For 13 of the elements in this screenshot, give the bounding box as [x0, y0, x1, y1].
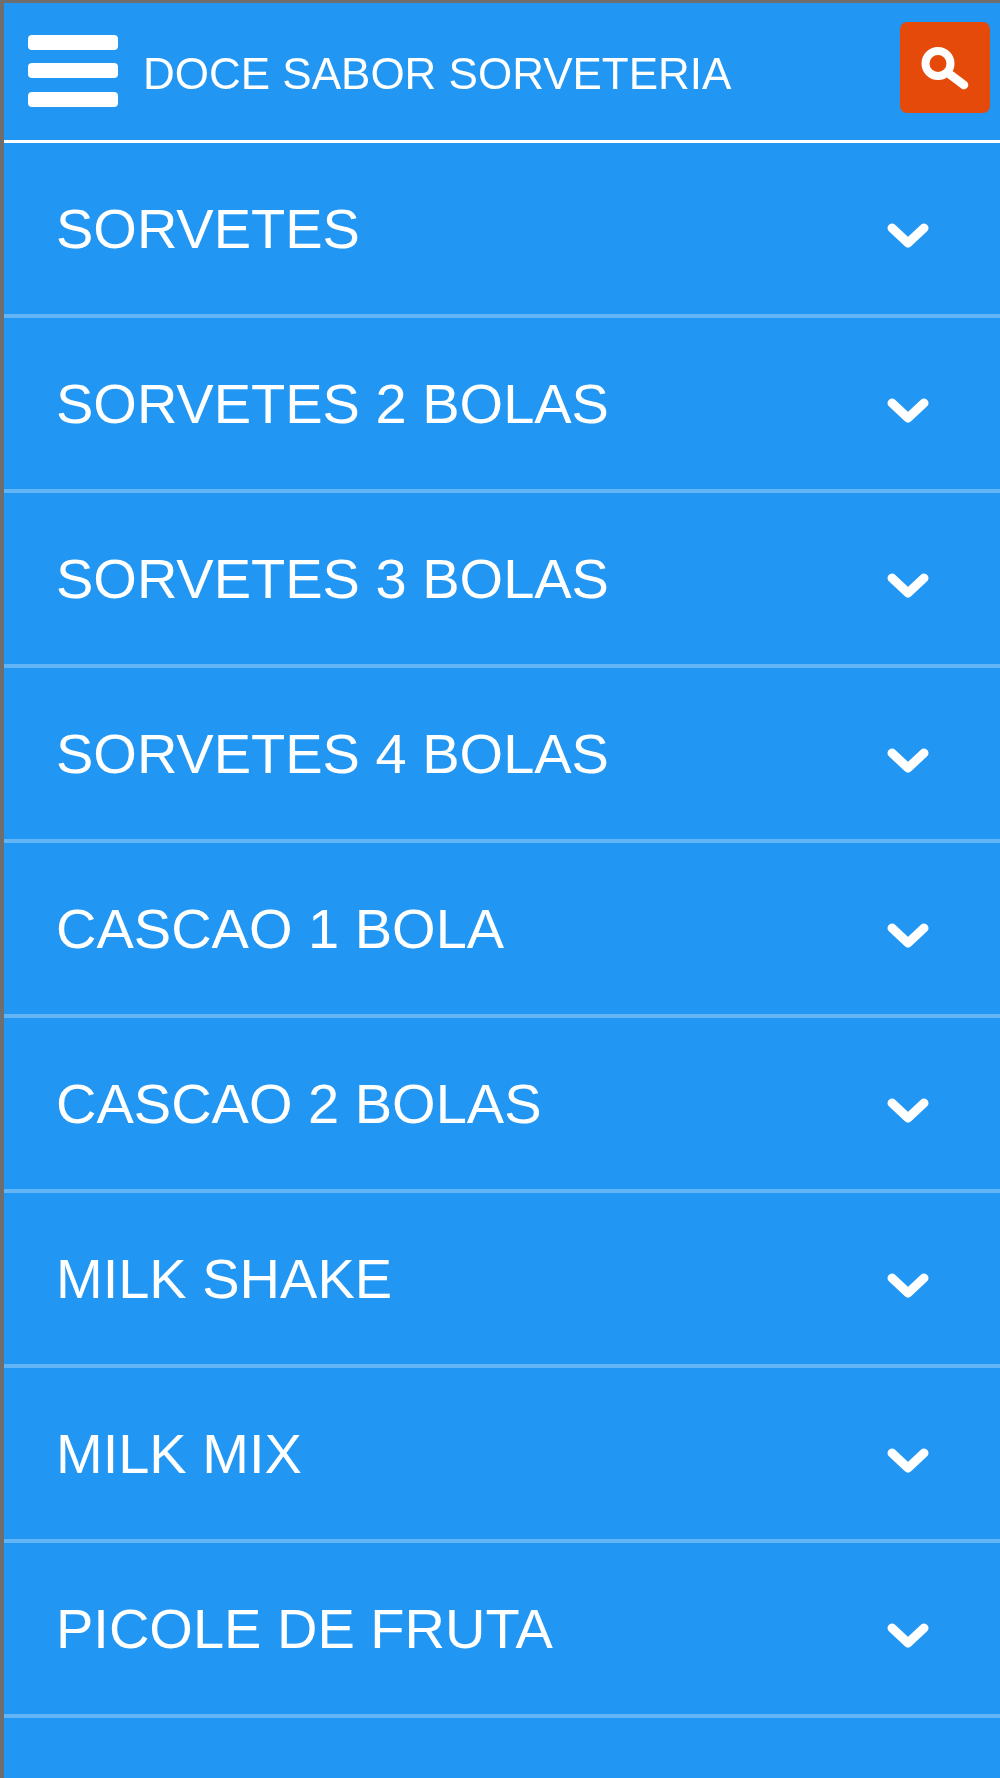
category-item[interactable]: SORVETES 3 BOLAS: [4, 493, 1000, 668]
category-item[interactable]: SORVETES 2 BOLAS: [4, 318, 1000, 493]
menu-icon[interactable]: [28, 35, 118, 108]
search-button[interactable]: [900, 22, 990, 113]
category-item[interactable]: CASCAO 1 BOLA: [4, 843, 1000, 1018]
category-item[interactable]: CASCAO 2 BOLAS: [4, 1018, 1000, 1193]
category-item[interactable]: MILK MIX: [4, 1368, 1000, 1543]
category-item[interactable]: SORVETES 4 BOLAS: [4, 668, 1000, 843]
category-item[interactable]: SORVETES: [4, 143, 1000, 318]
search-icon: [920, 45, 970, 90]
app-title: DOCE SABOR SORVETERIA: [143, 48, 733, 99]
category-item[interactable]: MILK SHAKE: [4, 1193, 1000, 1368]
category-item[interactable]: PICOLE DE FRUTA: [4, 1543, 1000, 1718]
